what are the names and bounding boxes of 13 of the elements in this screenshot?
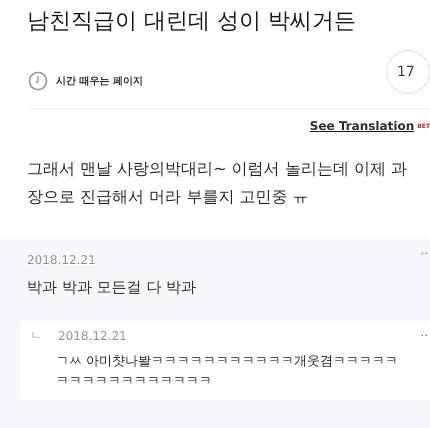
more-button[interactable]: .. bbox=[420, 243, 428, 257]
comment-count: 17 bbox=[386, 50, 430, 94]
more-button[interactable]: .. bbox=[420, 325, 428, 339]
post-title: 남친직급이 대린데 성이 박씨거든 bbox=[26, 8, 357, 36]
clock-icon bbox=[28, 71, 48, 91]
comment-date: 2018.12.21 bbox=[27, 253, 96, 267]
translation-link[interactable]: See Translation bbox=[310, 119, 414, 133]
author-name: 시간 때우는 페이지 bbox=[56, 75, 143, 88]
reply-mark: ㄴ bbox=[30, 327, 42, 344]
comment-text: ㄱㅆ 아미챳나봘ㅋㅋㅋㅋㅋㅋㅋㅋㅋㅋㅋ개웃겸ㅋㅋㅋㅋㅋㅋㅋㅋㅋㅋㅋㅋㅋㅋㅋㅋㅋ bbox=[55, 353, 400, 391]
comment-date: 2018.12.21 bbox=[58, 328, 127, 342]
post-body: 그래서 맨날 사랑의박대리~ 이럼서 놀리는데 이제 과장으로 진급해서 머라 부를지 고민중 ㅠ bbox=[26, 158, 408, 208]
comment-text: 박과 박과 모든걸 다 박과 bbox=[27, 277, 198, 297]
